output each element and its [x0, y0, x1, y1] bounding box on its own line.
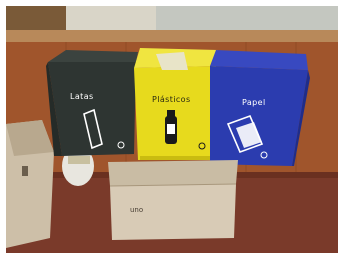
front-cardboard-box: [108, 160, 238, 240]
bin-label-papel: Papel: [242, 98, 266, 107]
wooden-sill: [6, 30, 338, 42]
left-cardboard-box: [6, 120, 54, 248]
photo-frame: Latas Plásticos Papel uno: [0, 0, 344, 259]
dark-wood-top-left: [6, 6, 66, 32]
bin-papel: [210, 50, 310, 166]
bin-plasticos: [134, 48, 218, 160]
bin-label-latas: Latas: [70, 92, 94, 101]
bin-label-plasticos: Plásticos: [152, 95, 191, 104]
box-brand-label: uno: [130, 206, 144, 214]
recycling-bins-photo: [6, 6, 338, 253]
bin-latas: [46, 50, 138, 156]
